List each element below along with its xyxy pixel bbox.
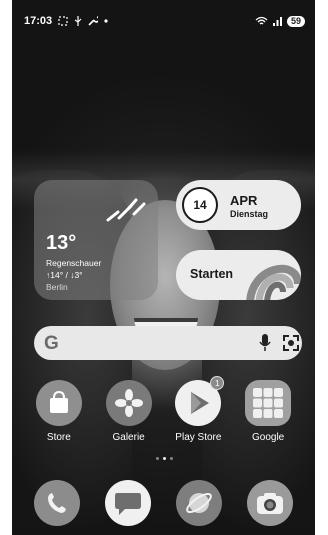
app-label: Play Store: [175, 432, 222, 443]
rainbow-icon: [246, 264, 301, 300]
calendar-day-number: 14: [182, 187, 218, 223]
calendar-weekday: Dienstag: [230, 209, 269, 219]
messages-icon[interactable]: [105, 480, 152, 526]
wrench-icon: [88, 16, 99, 26]
wifi-icon: [255, 16, 268, 25]
browser-icon[interactable]: [175, 480, 222, 526]
lens-icon[interactable]: [281, 333, 301, 353]
starten-label: Starten: [190, 267, 234, 281]
weather-condition: Regenschauer: [46, 258, 102, 268]
status-time: 17:03: [24, 15, 53, 27]
google-logo: G: [44, 333, 59, 354]
google-search-bar[interactable]: G: [34, 326, 302, 360]
page-indicator: [156, 457, 173, 460]
screenshot-icon: [58, 16, 68, 26]
weather-city: Berlin: [46, 282, 68, 292]
google-folder-icon: [245, 380, 292, 426]
camera-icon[interactable]: [246, 480, 293, 526]
weather-range: ↑14° / ↓3°: [46, 270, 83, 280]
weather-temperature: 13°: [46, 232, 77, 254]
app-label: Google: [252, 432, 285, 443]
app-google-folder[interactable]: Google: [236, 380, 300, 443]
home-screen: 17:03 59 13° Regenschauer ↑14° / ↓3° Ber…: [12, 0, 315, 535]
app-store[interactable]: Store: [27, 380, 91, 443]
store-bag-icon: [35, 380, 82, 426]
flower-icon: [105, 380, 152, 426]
starten-widget[interactable]: Starten: [176, 250, 301, 300]
calendar-widget[interactable]: 14 APR Dienstag: [176, 180, 301, 230]
app-galerie[interactable]: Galerie: [97, 380, 161, 443]
weather-widget[interactable]: 13° Regenschauer ↑14° / ↓3° Berlin: [34, 180, 158, 300]
calendar-month: APR: [230, 193, 258, 208]
page-dot: [170, 457, 173, 460]
page-dot-active: [163, 457, 166, 460]
app-label: Store: [46, 432, 71, 443]
signal-icon: [272, 17, 282, 26]
status-right: 59: [255, 10, 305, 32]
battery-indicator: 59: [286, 15, 305, 27]
page-dot: [156, 457, 159, 460]
app-play-store[interactable]: 1 Play Store: [166, 376, 230, 443]
dot-icon: [104, 19, 108, 23]
mic-icon[interactable]: [259, 334, 271, 352]
app-row: Store Galerie 1 Play Store Google: [12, 376, 315, 443]
notification-badge: 1: [210, 376, 225, 390]
usb-icon: [74, 16, 82, 26]
phone-icon[interactable]: [34, 480, 81, 526]
app-label: Galerie: [112, 432, 145, 443]
status-left: 17:03: [24, 10, 108, 32]
status-bar: 17:03 59: [12, 0, 315, 32]
rain-icon: [106, 198, 146, 222]
dock: [12, 480, 315, 526]
